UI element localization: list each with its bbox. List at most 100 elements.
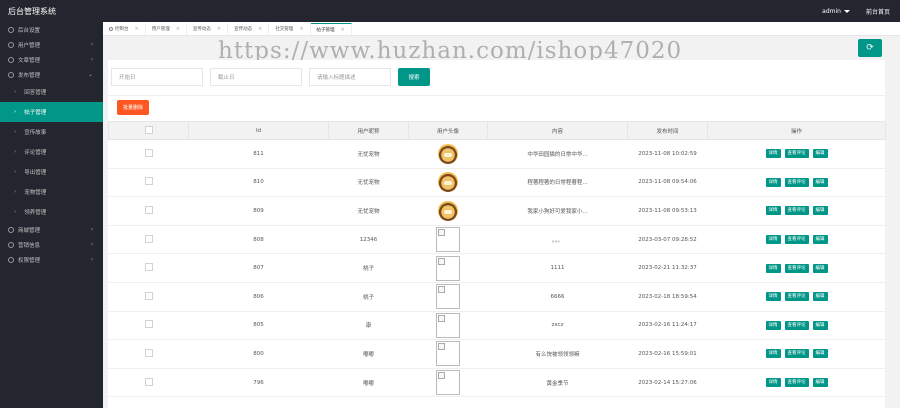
edit-button[interactable]: 编辑 — [812, 177, 828, 187]
sidebar-group[interactable]: 后台设置 — [0, 22, 103, 37]
actions-cell: 详情 查看评论 编辑 — [707, 311, 886, 341]
sidebar-group-label: 商城管理 — [18, 227, 41, 234]
sidebar-subitem[interactable]: › 领养管理 — [0, 202, 103, 222]
view-comments-button[interactable]: 查看评论 — [784, 292, 809, 302]
avatar-cell — [408, 225, 488, 255]
edit-button[interactable]: 编辑 — [812, 349, 828, 359]
tab[interactable]: 控制台 × — [103, 23, 146, 35]
view-comments-button[interactable]: 查看评论 — [784, 206, 809, 216]
tab[interactable]: 宣传动态 × — [187, 23, 229, 35]
sidebar-group[interactable]: 商城管理 ‹ — [0, 222, 103, 237]
id-cell: 809 — [188, 196, 329, 226]
column-header: 操作 — [707, 121, 886, 140]
content-cell: 有么快被领领领嘛 — [487, 339, 628, 369]
view-comments-button[interactable]: 查看评论 — [784, 320, 809, 330]
user-menu[interactable]: admin — [822, 8, 850, 15]
table-row: 811 无忧宠物 中华田园猫的日常中华... 2023-11-08 10:02:59 详… — [108, 139, 886, 169]
tab-label: 社交管理 — [275, 27, 294, 32]
close-icon[interactable]: × — [217, 26, 221, 32]
nickname-cell: 无忧宠物 — [328, 139, 409, 169]
start-date-input[interactable]: 开始日 — [111, 68, 203, 86]
broken-image-icon — [436, 284, 460, 310]
row-checkbox[interactable] — [144, 205, 153, 214]
detail-button[interactable]: 详情 — [765, 320, 781, 330]
close-icon[interactable]: × — [176, 26, 180, 32]
sidebar-subitem[interactable]: › 帖子管理 — [0, 102, 103, 122]
detail-button[interactable]: 详情 — [765, 235, 781, 245]
view-comments-button[interactable]: 查看评论 — [784, 149, 809, 159]
time-cell: 2023-11-08 09:54:06 — [627, 168, 708, 198]
app-title: 后台管理系统 — [8, 6, 56, 16]
edit-button[interactable]: 编辑 — [812, 263, 828, 273]
sidebar-subitem[interactable]: › 评论管理 — [0, 142, 103, 162]
close-icon[interactable]: × — [299, 26, 303, 32]
edit-button[interactable]: 编辑 — [812, 206, 828, 216]
sidebar-subitem[interactable]: › 宠物管理 — [0, 182, 103, 202]
close-icon[interactable]: × — [135, 26, 139, 32]
row-checkbox[interactable] — [144, 234, 153, 243]
nickname-cell: 康 — [328, 311, 409, 341]
checkbox-cell — [108, 253, 189, 283]
row-checkbox[interactable] — [144, 291, 153, 300]
content-cell: 中华田园猫的日常中华... — [487, 139, 628, 169]
checkbox-cell — [108, 168, 189, 198]
sidebar-group[interactable]: 权限管理 ‹ — [0, 252, 103, 267]
close-icon[interactable]: × — [258, 26, 262, 32]
edit-button[interactable]: 编辑 — [812, 320, 828, 330]
row-checkbox[interactable] — [144, 320, 153, 329]
avatar-cell — [408, 196, 488, 226]
id-cell: 810 — [188, 168, 329, 198]
detail-button[interactable]: 详情 — [765, 206, 781, 216]
detail-button[interactable]: 详情 — [765, 263, 781, 273]
edit-button[interactable]: 编辑 — [812, 235, 828, 245]
bulk-delete-button[interactable]: 批量删除 — [117, 100, 149, 115]
column-header: 发布时间 — [627, 121, 708, 140]
view-comments-button[interactable]: 查看评论 — [784, 349, 809, 359]
tab[interactable]: 社交管理 × — [269, 23, 311, 35]
tab[interactable]: 帖子管理 × — [310, 23, 352, 35]
row-checkbox[interactable] — [144, 348, 153, 357]
close-icon[interactable]: × — [341, 27, 345, 33]
keyword-input[interactable]: 请输入标题描述 — [309, 68, 391, 86]
nickname-cell: 无忧宠物 — [328, 196, 409, 226]
sidebar-subitem[interactable]: › 宣传故事 — [0, 122, 103, 142]
tab[interactable]: 宣传动态 × — [228, 23, 270, 35]
row-checkbox[interactable] — [144, 148, 153, 157]
detail-button[interactable]: 详情 — [765, 149, 781, 159]
detail-button[interactable]: 详情 — [765, 292, 781, 302]
chevron-right-icon: › — [14, 209, 17, 215]
tab-label: 控制台 — [115, 27, 129, 32]
view-comments-button[interactable]: 查看评论 — [784, 263, 809, 273]
sidebar-subitem[interactable]: › 回答管理 — [0, 82, 103, 102]
sidebar-subitem-label: 宣传故事 — [24, 130, 47, 136]
select-all-checkbox[interactable] — [144, 125, 153, 134]
edit-button[interactable]: 编辑 — [812, 378, 828, 388]
frontend-home-link[interactable]: 前台首页 — [866, 7, 890, 16]
avatar — [438, 200, 458, 221]
view-comments-button[interactable]: 查看评论 — [784, 235, 809, 245]
sidebar-group[interactable]: 发布管理 ⌄ — [0, 67, 103, 82]
checkbox-cell — [108, 282, 189, 312]
search-button[interactable]: 搜索 — [398, 68, 430, 86]
view-comments-button[interactable]: 查看评论 — [784, 378, 809, 388]
chevron-icon: ⌄ — [87, 71, 93, 78]
tab[interactable]: 用户管理 × — [146, 23, 187, 35]
detail-button[interactable]: 详情 — [765, 177, 781, 187]
row-checkbox[interactable] — [144, 177, 153, 186]
table-row: 809 无忧宠物 我家小狗好可爱我家小... 2023-11-08 09:53:13 详… — [108, 196, 886, 226]
edit-button[interactable]: 编辑 — [812, 292, 828, 302]
divider — [108, 95, 885, 96]
sidebar-group[interactable]: 文章管理 ‹ — [0, 52, 103, 67]
avatar-cell — [408, 139, 488, 169]
sidebar-group[interactable]: 营销信息 ‹ — [0, 237, 103, 252]
refresh-button[interactable]: ⟳ — [858, 39, 882, 57]
row-checkbox[interactable] — [144, 377, 153, 386]
sidebar-subitem[interactable]: › 导出管理 — [0, 162, 103, 182]
sidebar-group[interactable]: 用户管理 ‹ — [0, 37, 103, 52]
edit-button[interactable]: 编辑 — [812, 149, 828, 159]
detail-button[interactable]: 详情 — [765, 378, 781, 388]
end-date-input[interactable]: 截止日 — [210, 68, 302, 86]
detail-button[interactable]: 详情 — [765, 349, 781, 359]
row-checkbox[interactable] — [144, 263, 153, 272]
view-comments-button[interactable]: 查看评论 — [784, 177, 809, 187]
